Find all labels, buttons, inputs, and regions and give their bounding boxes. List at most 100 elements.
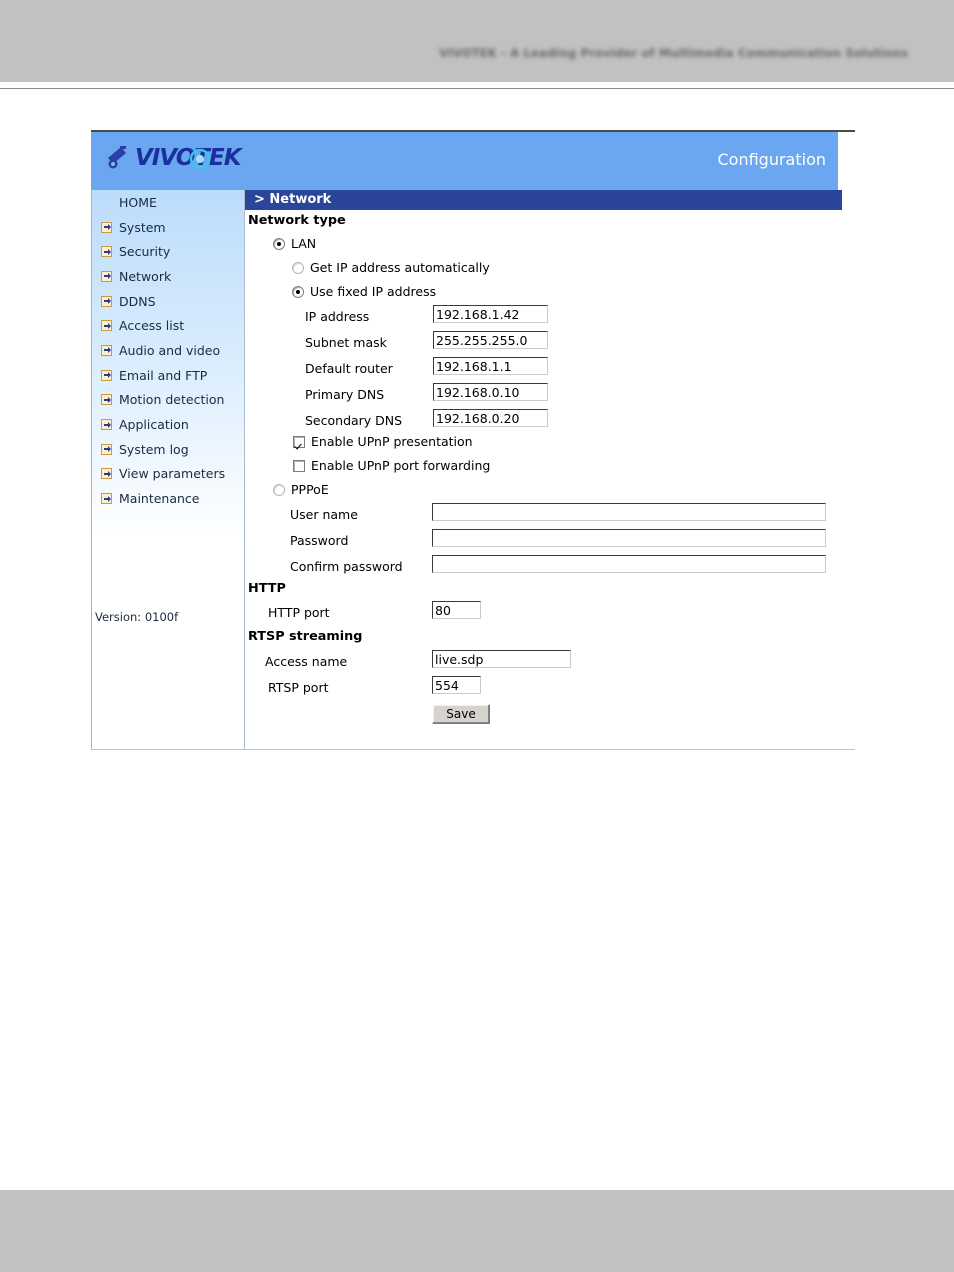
sidebar-item-label: View parameters — [119, 466, 226, 482]
arrow-right-icon — [101, 468, 112, 480]
rtsp-port-input[interactable] — [432, 676, 481, 694]
default-router-input[interactable] — [433, 357, 548, 375]
arrow-right-icon — [101, 443, 112, 455]
sidebar-item-label: Application — [119, 417, 189, 433]
pppoe-radio[interactable] — [273, 483, 285, 496]
banner-tagline: VIVOTEK - A Leading Provider of Multimed… — [439, 46, 908, 60]
secondary-dns-input[interactable] — [433, 409, 548, 427]
ip-address-input[interactable] — [433, 305, 548, 323]
primary-dns-input[interactable] — [433, 383, 548, 401]
sidebar-item-label: Access list — [119, 318, 185, 334]
pppoe-confirm-password-label: Confirm password — [290, 559, 403, 574]
pppoe-username-label: User name — [290, 507, 358, 522]
pppoe-password-label: Password — [290, 533, 349, 548]
sidebar-item-label: HOME — [119, 194, 157, 210]
http-heading: HTTP — [248, 581, 286, 596]
http-port-input[interactable] — [432, 601, 481, 619]
sidebar-item-view-parameters[interactable]: View parameters — [92, 462, 245, 487]
rtsp-access-name-input[interactable] — [432, 650, 571, 668]
section-title-bar: > Network — [245, 190, 842, 210]
wordmark-text: VIVOTEK — [135, 145, 242, 171]
bottom-banner-band — [0, 1190, 954, 1272]
sidebar-item-label: Security — [119, 244, 171, 260]
sidebar-item-home[interactable]: HOME — [92, 190, 245, 215]
arrow-right-icon — [101, 320, 112, 332]
sidebar-item-label: Audio and video — [119, 342, 221, 358]
vivotek-logo[interactable]: VIVOTEK — [103, 142, 255, 176]
rtsp-port-label: RTSP port — [268, 680, 329, 695]
ip-address-label: IP address — [305, 309, 370, 324]
sidebar-item-security[interactable]: Security — [92, 239, 245, 264]
sidebar-item-label: Motion detection — [119, 392, 225, 408]
sidebar-item-network[interactable]: Network — [92, 264, 245, 289]
sidebar-item-email-and-ftp[interactable]: Email and FTP — [92, 363, 245, 388]
arrow-right-icon — [101, 394, 112, 406]
sidebar-item-label: System — [119, 219, 166, 235]
camera-icon — [108, 146, 126, 169]
upnp-port-forwarding-checkbox[interactable] — [293, 459, 305, 472]
pppoe-password-input[interactable] — [432, 529, 826, 547]
subnet-mask-label: Subnet mask — [305, 335, 387, 350]
rtsp-streaming-heading: RTSP streaming — [248, 629, 363, 644]
pppoe-label: PPPoE — [291, 482, 329, 497]
sidebar-item-ddns[interactable]: DDNS — [92, 289, 245, 314]
get-ip-automatically-label: Get IP address automatically — [310, 260, 490, 275]
network-type-heading: Network type — [248, 213, 346, 228]
upnp-presentation-row[interactable]: Enable UPnP presentation — [293, 434, 473, 449]
get-ip-automatically-radio[interactable] — [292, 261, 304, 274]
lan-radio[interactable] — [273, 237, 285, 250]
pppoe-confirm-password-input[interactable] — [432, 555, 826, 573]
upnp-port-forwarding-label: Enable UPnP port forwarding — [311, 458, 491, 473]
arrow-right-icon — [101, 246, 112, 258]
subnet-mask-input[interactable] — [433, 331, 548, 349]
app-header: VIVOTEK Configuration — [91, 132, 838, 190]
pppoe-username-input[interactable] — [432, 503, 826, 521]
use-fixed-ip-radio[interactable] — [292, 285, 304, 298]
sidebar-item-label: System log — [119, 441, 189, 457]
arrow-right-icon — [101, 369, 112, 381]
upnp-presentation-checkbox[interactable] — [293, 435, 305, 448]
camera-config-window: VIVOTEK Configuration HOME System Securi… — [91, 130, 855, 750]
arrow-right-icon — [101, 270, 112, 282]
main-content: > Network Network type LAN Get IP addres… — [244, 190, 855, 750]
fixed-ip-radio-row[interactable]: Use fixed IP address — [292, 284, 436, 299]
sidebar-item-label: Maintenance — [119, 491, 200, 507]
sidebar-item-label: Network — [119, 268, 172, 284]
lan-radio-row[interactable]: LAN — [273, 236, 316, 251]
upnp-presentation-label: Enable UPnP presentation — [311, 434, 473, 449]
save-button[interactable]: Save — [432, 704, 490, 724]
sidebar-item-motion-detection[interactable]: Motion detection — [92, 388, 245, 413]
pppoe-radio-row[interactable]: PPPoE — [273, 482, 329, 497]
sidebar-nav: HOME System Security Network DDNS Access… — [92, 190, 245, 511]
vivotek-wordmark: VIVOTEK — [135, 145, 242, 171]
firmware-version-label: Version: 0100f — [95, 610, 179, 624]
app-body: HOME System Security Network DDNS Access… — [91, 190, 855, 750]
primary-dns-label: Primary DNS — [305, 387, 385, 402]
page-title: Configuration — [717, 150, 826, 169]
page-root: VIVOTEK - A Leading Provider of Multimed… — [0, 0, 954, 1272]
dhcp-radio-row[interactable]: Get IP address automatically — [292, 260, 490, 275]
top-banner-band: VIVOTEK - A Leading Provider of Multimed… — [0, 0, 954, 82]
arrow-right-icon — [101, 419, 112, 431]
sidebar-item-label: DDNS — [119, 293, 156, 309]
upnp-port-forwarding-row[interactable]: Enable UPnP port forwarding — [293, 458, 490, 473]
logo-lens-icon — [189, 148, 211, 170]
use-fixed-ip-label: Use fixed IP address — [310, 284, 437, 299]
arrow-right-icon — [101, 344, 112, 356]
sidebar-item-audio-and-video[interactable]: Audio and video — [92, 338, 245, 363]
sidebar-item-system-log[interactable]: System log — [92, 437, 245, 462]
sidebar: HOME System Security Network DDNS Access… — [91, 190, 244, 750]
sidebar-item-system[interactable]: System — [92, 215, 245, 240]
header-divider — [0, 88, 954, 89]
arrow-right-icon — [101, 295, 112, 307]
arrow-right-icon — [101, 221, 112, 233]
rtsp-access-name-label: Access name — [265, 654, 348, 669]
secondary-dns-label: Secondary DNS — [305, 413, 403, 428]
sidebar-item-maintenance[interactable]: Maintenance — [92, 486, 245, 511]
http-port-label: HTTP port — [268, 605, 330, 620]
sidebar-item-label: Email and FTP — [119, 367, 208, 383]
default-router-label: Default router — [305, 361, 393, 376]
sidebar-item-application[interactable]: Application — [92, 412, 245, 437]
lan-label: LAN — [291, 236, 317, 251]
sidebar-item-access-list[interactable]: Access list — [92, 313, 245, 338]
